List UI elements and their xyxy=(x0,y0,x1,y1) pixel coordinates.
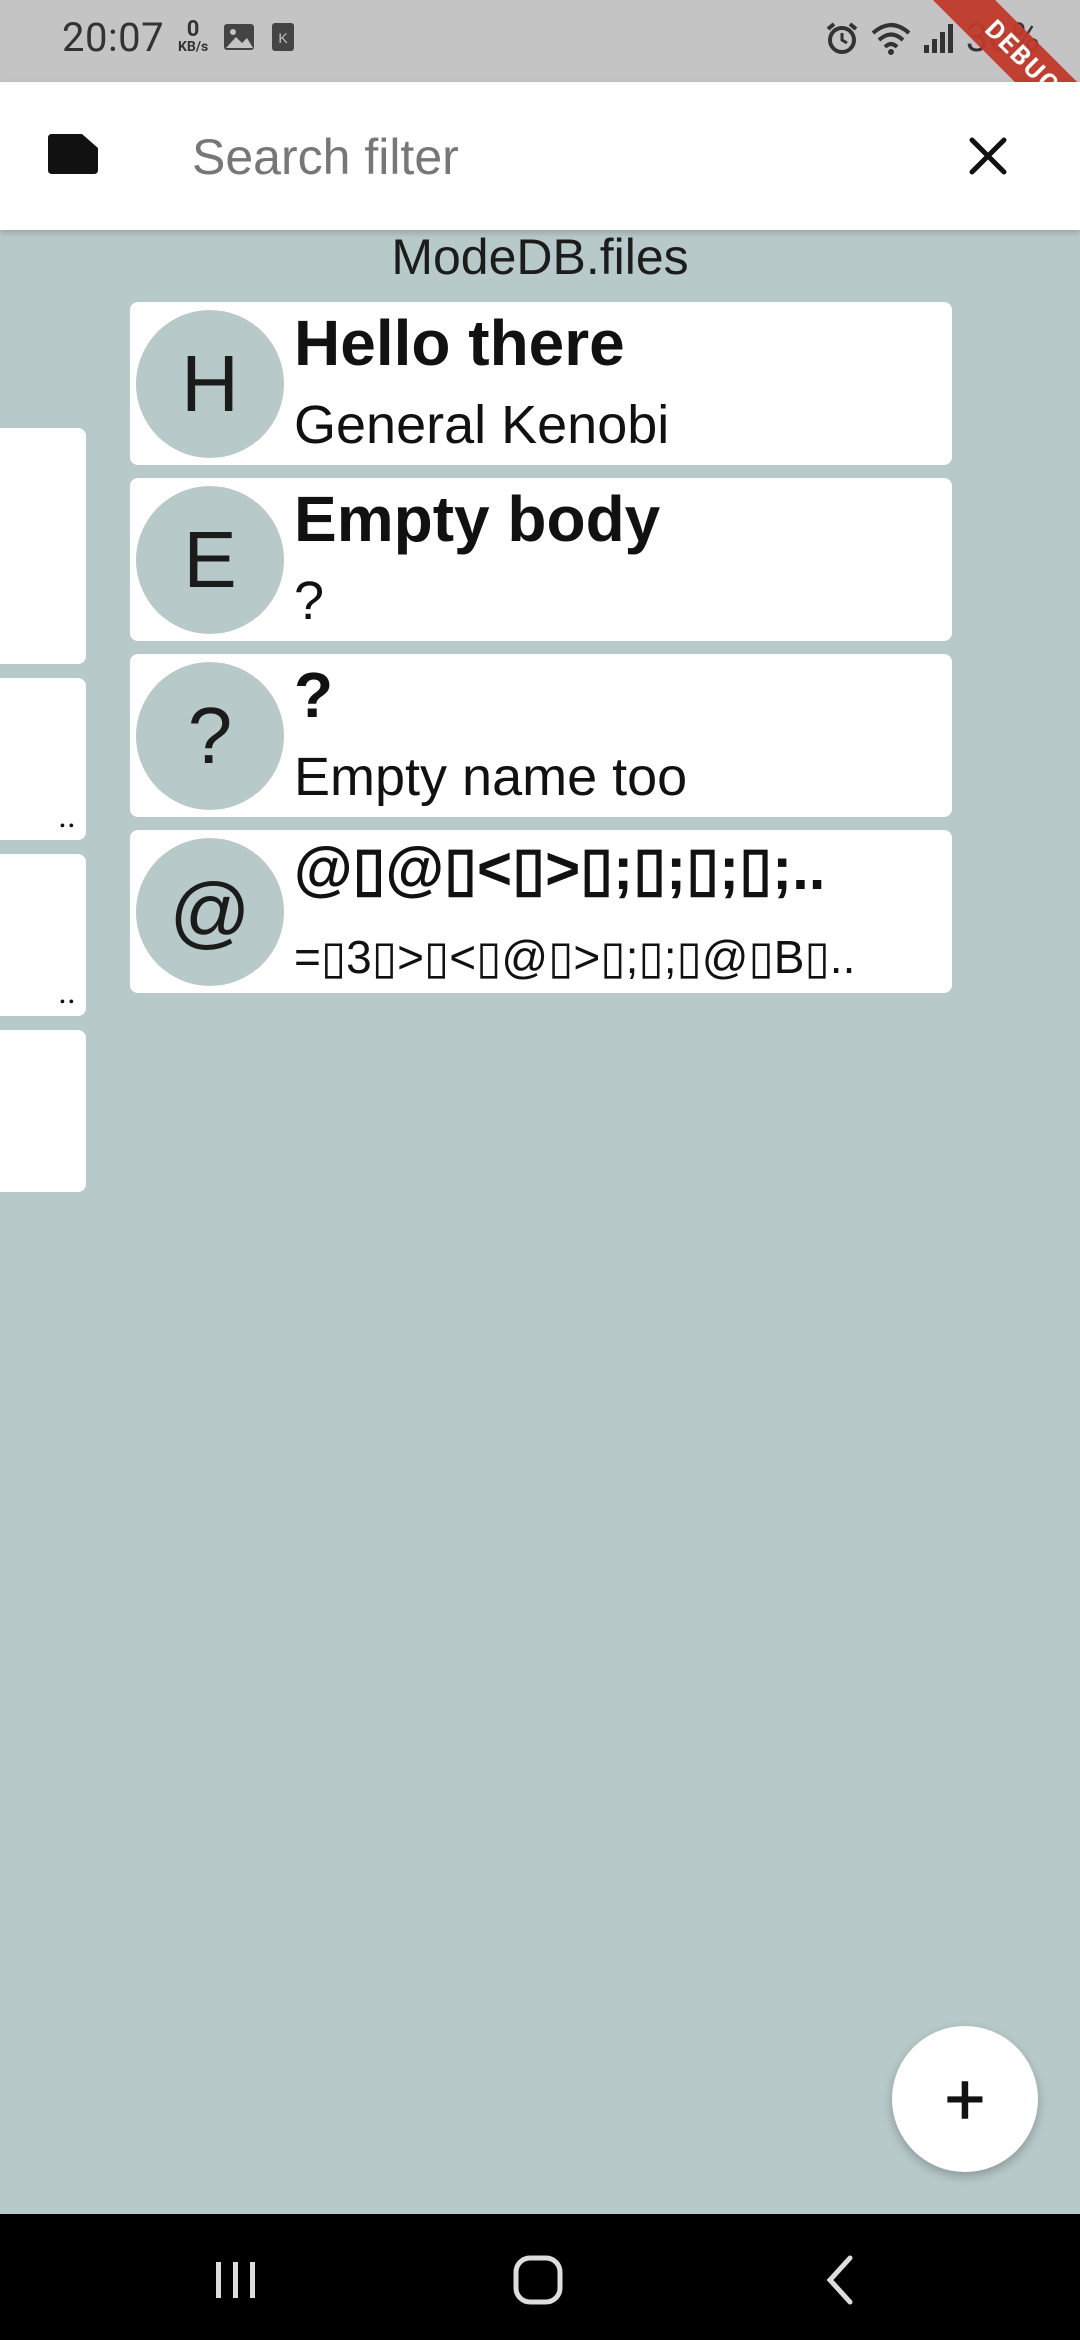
search-input[interactable] xyxy=(190,118,934,196)
note-body: General Kenobi xyxy=(294,395,670,455)
note-title: @▯@▯<▯>▯;▯;▯;▯;.. xyxy=(294,835,826,902)
folder-icon[interactable] xyxy=(46,132,100,176)
note-body: =▯3▯>▯<▯@▯>▯;▯;▯@▯B▯.. xyxy=(294,931,856,983)
left-card[interactable]: .. xyxy=(0,678,86,840)
avatar: H xyxy=(136,310,284,458)
left-card[interactable] xyxy=(0,428,86,664)
note-card[interactable]: ? ? Empty name too xyxy=(130,654,952,817)
alarm-icon xyxy=(826,21,858,54)
signal-icon xyxy=(923,23,953,53)
avatar: ? xyxy=(136,662,284,810)
svg-text:K: K xyxy=(279,30,289,46)
add-note-button[interactable]: + xyxy=(892,2026,1038,2172)
note-card[interactable]: E Empty body ? xyxy=(130,478,952,641)
list-title: ModeDB.files xyxy=(391,229,689,285)
status-left-icons: 0 KB/s K xyxy=(178,17,296,55)
app-bar xyxy=(0,82,1080,230)
close-icon[interactable] xyxy=(964,132,1012,180)
avatar: E xyxy=(136,486,284,634)
image-icon xyxy=(224,24,255,50)
home-icon[interactable] xyxy=(508,2250,568,2310)
system-nav-bar xyxy=(0,2214,1080,2340)
note-title: Hello there xyxy=(294,307,625,379)
note-card[interactable]: @ @▯@▯<▯>▯;▯;▯;▯;.. =▯3▯>▯<▯@▯>▯;▯;▯@▯B▯… xyxy=(130,830,952,993)
avatar: @ xyxy=(136,838,284,986)
back-icon[interactable] xyxy=(812,2250,872,2310)
app-notification-icon: K xyxy=(272,23,295,51)
note-body: Empty name too xyxy=(294,747,688,807)
left-card[interactable] xyxy=(0,1030,86,1192)
status-bar: 20:07 0 KB/s K DEBUG xyxy=(0,0,1080,159)
net-speed-indicator: 0 KB/s xyxy=(178,17,209,55)
note-body: ? xyxy=(294,571,325,631)
wifi-icon xyxy=(871,22,911,55)
note-title: Empty body xyxy=(294,483,661,555)
note-card[interactable]: H Hello there General Kenobi xyxy=(130,302,952,465)
notes-list: H Hello there General Kenobi E Empty bod… xyxy=(130,302,952,1006)
left-card[interactable]: .. xyxy=(0,854,86,1016)
plus-icon: + xyxy=(944,2056,986,2142)
recent-apps-icon[interactable] xyxy=(206,2250,266,2310)
note-title: ? xyxy=(294,659,334,731)
status-time: 20:07 xyxy=(62,14,165,61)
